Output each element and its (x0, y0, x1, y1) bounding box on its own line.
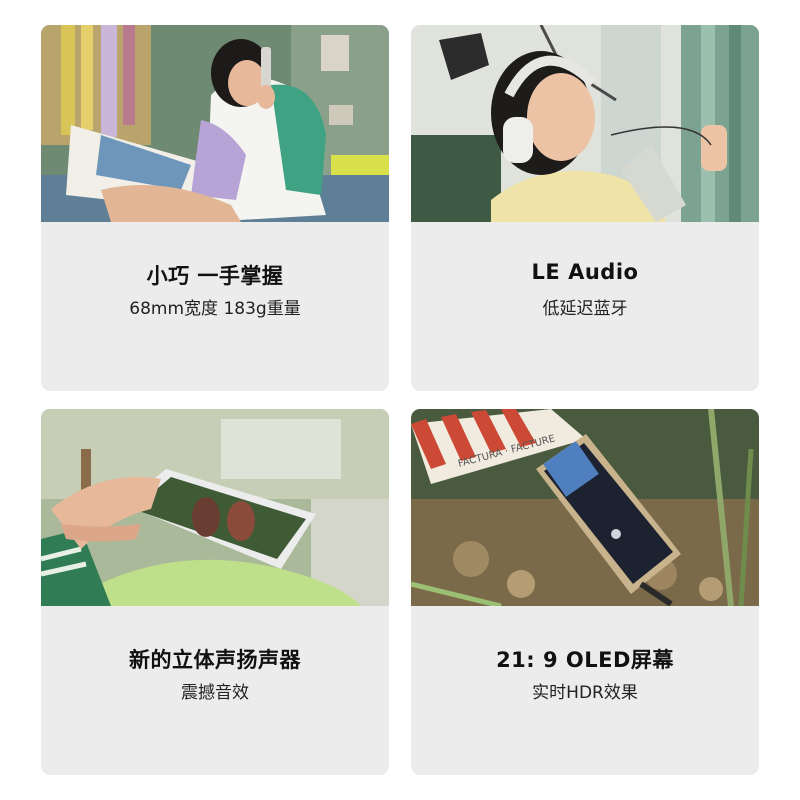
feature-title: LE Audio (531, 260, 639, 284)
feature-card-compact: 小巧 一手掌握 68mm宽度 183g重量 (41, 25, 389, 391)
feature-subtitle: 震撼音效 (181, 683, 249, 703)
feature-subtitle: 68mm宽度 183g重量 (129, 299, 301, 319)
phone-on-stand-in-aquarium-photo: FACTURA · FACTURE (411, 409, 759, 606)
feature-card-oled-screen: FACTURA · FACTURE 21: 9 OLED屏幕 实时HDR效果 (411, 409, 759, 775)
feature-title: 小巧 一手掌握 (146, 264, 284, 288)
feature-title: 新的立体声扬声器 (129, 648, 301, 672)
woman-on-phone-call-photo (41, 25, 389, 222)
hands-holding-phone-landscape-photo (41, 409, 389, 606)
feature-card-le-audio: LE Audio 低延迟蓝牙 (411, 25, 759, 391)
feature-caption: 小巧 一手掌握 68mm宽度 183g重量 (41, 222, 389, 391)
feature-caption: 新的立体声扬声器 震撼音效 (41, 606, 389, 775)
feature-subtitle: 低延迟蓝牙 (542, 299, 628, 319)
feature-subtitle: 实时HDR效果 (532, 683, 638, 703)
woman-wearing-headphones-photo (411, 25, 759, 222)
feature-card-stereo-speakers: 新的立体声扬声器 震撼音效 (41, 409, 389, 775)
feature-title: 21: 9 OLED屏幕 (496, 648, 674, 672)
feature-caption: LE Audio 低延迟蓝牙 (411, 222, 759, 391)
feature-caption: 21: 9 OLED屏幕 实时HDR效果 (411, 606, 759, 775)
